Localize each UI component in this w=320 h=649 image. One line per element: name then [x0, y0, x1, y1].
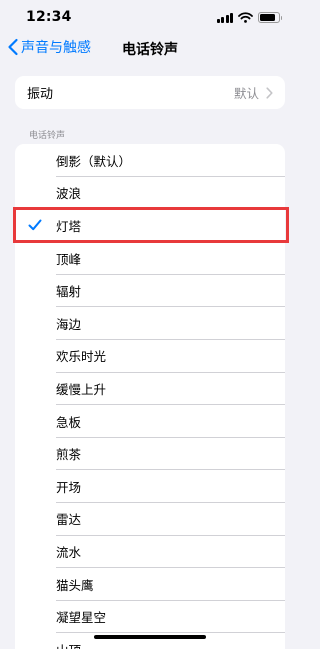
screen: 12:34 声音与触感 电话铃声 振动 默认 电话铃声 倒影（默认） 波浪 灯塔… — [0, 0, 300, 649]
vibration-row[interactable]: 振动 默认 — [15, 76, 285, 109]
cellular-signal-icon — [216, 12, 233, 23]
ringtone-label: 缓慢上升 — [56, 381, 107, 397]
ringtone-row[interactable]: 开场 — [15, 470, 285, 503]
battery-icon — [258, 12, 282, 23]
ringtone-label: 开场 — [56, 479, 82, 495]
ringtone-label: 流水 — [56, 544, 82, 560]
ringtone-label: 急板 — [56, 414, 82, 430]
checkmark-icon — [28, 219, 42, 231]
ringtone-row[interactable]: 倒影（默认） — [15, 144, 285, 177]
ringtone-row[interactable]: 缓慢上升 — [15, 372, 285, 405]
ringtone-row[interactable]: 波浪 — [15, 177, 285, 210]
ringtone-row[interactable]: 猫头鹰 — [15, 568, 285, 601]
status-bar: 12:34 — [0, 0, 300, 34]
chevron-right-icon — [266, 86, 273, 99]
vibration-value: 默认 — [233, 86, 259, 101]
ringtone-list: 倒影（默认） 波浪 灯塔 顶峰 辐射 海边 欢乐时光 缓慢上升 急板 煎茶 开场… — [15, 144, 285, 649]
ringtone-row[interactable]: 辐射 — [15, 274, 285, 307]
ringtone-row[interactable]: 凝望星空 — [15, 600, 285, 633]
nav-bar: 声音与触感 电话铃声 — [0, 34, 300, 62]
ringtone-label: 灯塔 — [56, 218, 82, 234]
ringtone-label: 雷达 — [56, 512, 82, 528]
ringtone-row[interactable]: 流水 — [15, 535, 285, 568]
ringtone-label: 欢乐时光 — [56, 349, 107, 365]
ringtone-label: 煎茶 — [56, 447, 82, 463]
ringtone-label: 倒影（默认） — [56, 153, 132, 169]
vibration-label: 振动 — [27, 87, 54, 102]
ringtone-section-header: 电话铃声 — [29, 131, 66, 141]
ringtone-label: 波浪 — [56, 186, 82, 202]
ringtone-row[interactable]: 欢乐时光 — [15, 340, 285, 373]
ringtone-label: 海边 — [56, 316, 82, 332]
ringtone-label: 猫头鹰 — [56, 577, 94, 593]
status-icons — [216, 12, 282, 23]
ringtone-row-selected[interactable]: 灯塔 — [15, 209, 285, 242]
ringtone-label: 凝望星空 — [56, 610, 107, 626]
ringtone-row[interactable]: 急板 — [15, 405, 285, 438]
battery-fill — [260, 14, 276, 21]
wifi-icon — [238, 12, 253, 23]
ringtone-row[interactable]: 顶峰 — [15, 242, 285, 275]
ringtone-row[interactable]: 海边 — [15, 307, 285, 340]
ringtone-label: 顶峰 — [56, 251, 82, 267]
status-time: 12:34 — [26, 9, 72, 25]
ringtone-label: 山顶 — [56, 640, 81, 649]
home-indicator — [94, 635, 206, 639]
page-title: 电话铃声 — [122, 42, 178, 58]
ringtone-row[interactable]: 雷达 — [15, 503, 285, 536]
ringtone-label: 辐射 — [56, 284, 82, 300]
ringtone-row[interactable]: 煎茶 — [15, 437, 285, 470]
